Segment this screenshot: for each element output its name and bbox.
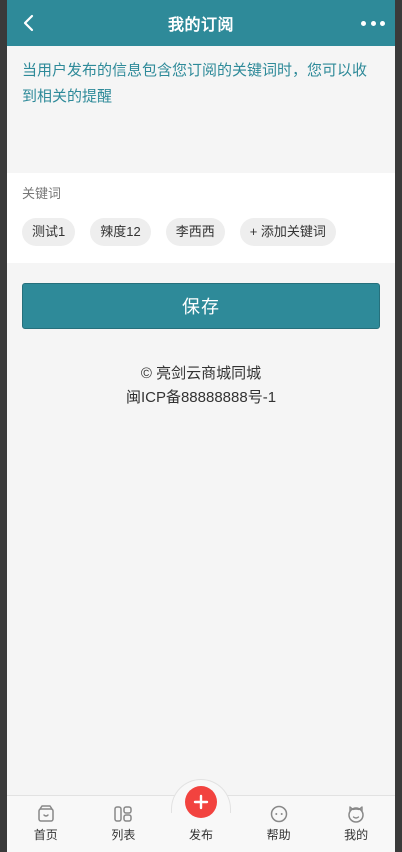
app-frame: 我的订阅 当用户发布的信息包含您订阅的关键词时，您可以收到相关的提醒 关键词 测… [7, 0, 395, 852]
subscription-notice: 当用户发布的信息包含您订阅的关键词时，您可以收到相关的提醒 [7, 46, 395, 173]
tab-label: 发布 [188, 828, 213, 842]
keywords-section: 关键词 测试1 辣度12 李西西 + 添加关键词 [7, 173, 395, 263]
add-keyword-button[interactable]: + 添加关键词 [239, 218, 336, 246]
tab-label: 帮助 [266, 828, 291, 842]
tab-help[interactable]: 帮助 [240, 796, 318, 852]
home-icon [35, 803, 57, 825]
tab-list[interactable]: 列表 [85, 796, 163, 852]
copyright-text: © 亮剑云商城同城 [140, 365, 262, 382]
save-button[interactable]: 保存 [22, 283, 380, 329]
icp-text[interactable]: 闽ICP备88888888号-1 [7, 386, 395, 410]
page-title: 我的订阅 [167, 17, 234, 34]
keyword-tag[interactable]: 李西西 [165, 218, 225, 246]
tab-label: 列表 [111, 828, 136, 842]
site-footer: © 亮剑云商城同城 闽ICP备88888888号-1 [7, 362, 395, 410]
tab-mine[interactable]: 我的 [317, 796, 395, 852]
plus-icon[interactable] [184, 786, 217, 818]
user-icon [345, 803, 367, 825]
back-icon[interactable] [19, 13, 39, 33]
tab-home[interactable]: 首页 [7, 796, 85, 852]
tab-label: 我的 [344, 828, 369, 842]
list-icon [112, 803, 134, 825]
keywords-label: 关键词 [22, 186, 62, 201]
keyword-tag[interactable]: 测试1 [22, 218, 76, 246]
bottom-tabbar: 首页 列表 发布 帮助 我的 [7, 779, 395, 852]
nav-header: 我的订阅 [7, 0, 395, 46]
tab-label: 首页 [33, 828, 58, 842]
keyword-tags: 测试1 辣度12 李西西 + 添加关键词 [22, 218, 380, 246]
tab-publish[interactable]: 发布 [162, 779, 240, 852]
chat-icon [268, 803, 290, 825]
keyword-tag[interactable]: 辣度12 [90, 218, 151, 246]
more-icon[interactable] [361, 12, 385, 34]
